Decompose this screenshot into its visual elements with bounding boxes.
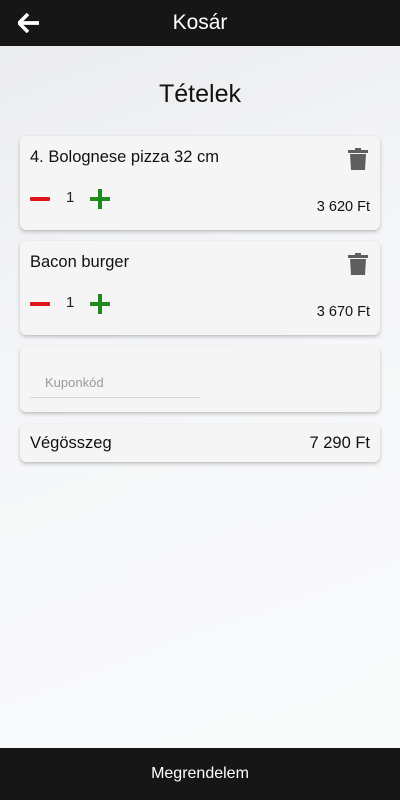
total-card: Végösszeg 7 290 Ft xyxy=(20,424,380,462)
cart-item-card: 4. Bolognese pizza 32 cm 1 3 620 Ft xyxy=(20,136,380,230)
trash-icon xyxy=(348,148,368,170)
order-button-label: Megrendelem xyxy=(151,765,249,782)
decrease-quantity-button[interactable] xyxy=(30,302,50,306)
total-label: Végösszeg xyxy=(30,434,112,452)
back-button[interactable] xyxy=(16,10,42,36)
item-quantity: 1 xyxy=(66,189,75,206)
arrow-left-icon xyxy=(18,13,39,33)
coupon-card xyxy=(20,346,380,412)
item-name: Bacon burger xyxy=(30,253,130,271)
coupon-code-input[interactable] xyxy=(30,368,200,398)
item-price: 3 620 Ft xyxy=(316,199,370,215)
trash-icon xyxy=(348,253,368,275)
item-name: 4. Bolognese pizza 32 cm xyxy=(30,148,219,166)
total-value: 7 290 Ft xyxy=(309,434,370,452)
item-quantity: 1 xyxy=(66,294,75,311)
increase-quantity-button[interactable] xyxy=(90,189,110,209)
top-app-bar: Kosár xyxy=(0,0,400,46)
delete-item-button[interactable] xyxy=(348,148,368,170)
item-price: 3 670 Ft xyxy=(316,304,370,320)
page-header-title: Kosár xyxy=(172,11,228,34)
decrease-quantity-button[interactable] xyxy=(30,197,50,201)
page-title: Tételek xyxy=(159,80,241,108)
order-button[interactable]: Megrendelem xyxy=(0,748,400,800)
cart-item-card: Bacon burger 1 3 670 Ft xyxy=(20,241,380,335)
delete-item-button[interactable] xyxy=(348,253,368,275)
increase-quantity-button[interactable] xyxy=(90,294,110,314)
